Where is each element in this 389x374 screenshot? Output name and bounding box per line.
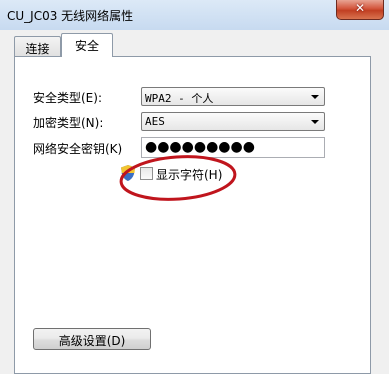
title-bar: CU_JC03 无线网络属性 ✕: [0, 0, 389, 30]
encryption-type-value: AES: [145, 115, 165, 128]
network-key-value: ●●●●●●●●●: [145, 139, 255, 155]
advanced-settings-button[interactable]: 高级设置(D): [33, 328, 151, 350]
tab-connection-label: 连接: [25, 42, 50, 56]
tab-connection[interactable]: 连接: [14, 36, 61, 56]
close-icon: ✕: [354, 1, 366, 15]
encryption-type-select[interactable]: AES: [141, 112, 325, 131]
network-key-label: 网络安全密钥(K): [33, 142, 123, 156]
window-title: CU_JC03 无线网络属性: [7, 9, 134, 23]
tab-security[interactable]: 安全: [61, 33, 113, 57]
chevron-down-icon: [311, 120, 319, 124]
encryption-type-label: 加密类型(N):: [33, 116, 104, 130]
network-key-input[interactable]: ●●●●●●●●●: [141, 137, 325, 158]
security-type-label: 安全类型(E):: [33, 91, 102, 105]
show-characters-checkbox[interactable]: [140, 167, 153, 180]
close-button[interactable]: ✕: [336, 0, 384, 20]
security-type-select[interactable]: WPA2 - 个人: [141, 87, 325, 106]
advanced-settings-label: 高级设置(D): [58, 334, 126, 348]
show-characters-label[interactable]: 显示字符(H): [156, 166, 222, 183]
chevron-down-icon: [311, 95, 319, 99]
shield-icon: [121, 165, 135, 181]
security-type-value: WPA2 - 个人: [145, 92, 214, 105]
tab-security-label: 安全: [74, 39, 99, 53]
